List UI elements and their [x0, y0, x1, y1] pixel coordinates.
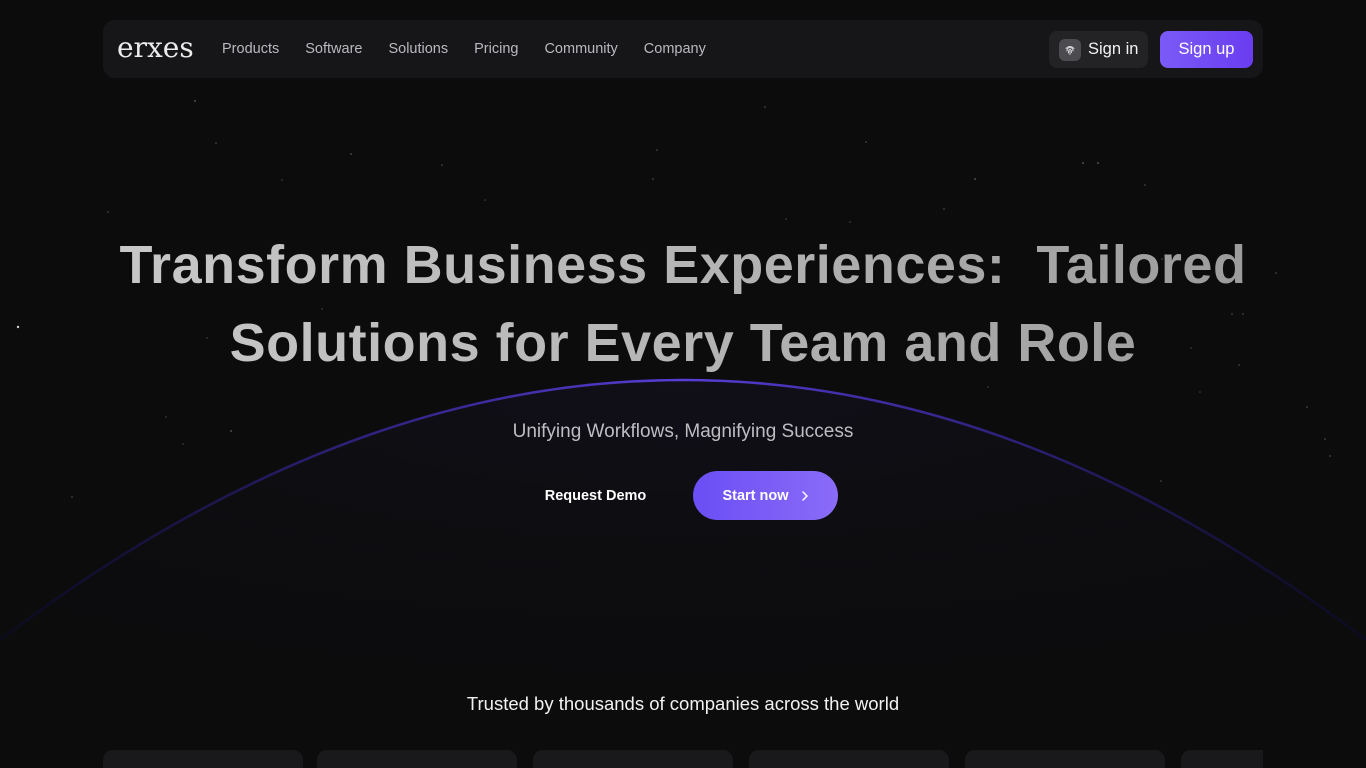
- fingerprint-icon: [1059, 38, 1081, 61]
- erxes-logo[interactable]: erxes: [117, 30, 194, 66]
- nav-item-pricing[interactable]: Pricing: [474, 41, 518, 57]
- hero-subtitle: Unifying Workflows, Magnifying Success: [512, 421, 854, 442]
- chevron-right-icon: [801, 490, 809, 502]
- logo-text: erxes: [117, 31, 194, 64]
- hero-title: Transform Business Experiences: Tailored…: [83, 226, 1283, 382]
- nav-item-solutions[interactable]: Solutions: [388, 41, 448, 57]
- nav-item-community[interactable]: Community: [544, 41, 617, 57]
- sign-up-label: Sign up: [1178, 40, 1235, 58]
- customer-logo-card: [103, 750, 303, 768]
- customer-logo-card: [1181, 750, 1263, 768]
- customer-logo-card: [317, 750, 517, 768]
- sign-up-button[interactable]: Sign up: [1160, 31, 1253, 68]
- request-demo-button[interactable]: Request Demo: [530, 477, 661, 515]
- start-now-label: Start now: [722, 487, 789, 504]
- nav-item-company[interactable]: Company: [644, 41, 706, 57]
- hero-title-line-1: Transform Business Experiences: Tailored: [119, 235, 1247, 295]
- nav-links: Products Software Solutions Pricing Comm…: [222, 20, 706, 78]
- landing-page: erxes Products Software Solutions Pricin…: [0, 0, 1366, 768]
- hero-title-line-2: Solutions for Every Team and Role: [229, 313, 1137, 373]
- nav-item-products[interactable]: Products: [222, 41, 279, 57]
- starfield-background: [16, 100, 1331, 498]
- sign-in-label: Sign in: [1088, 40, 1139, 58]
- customer-logo-card: [533, 750, 733, 768]
- request-demo-label: Request Demo: [544, 488, 647, 504]
- sign-in-button[interactable]: Sign in: [1049, 31, 1148, 68]
- top-navbar: erxes Products Software Solutions Pricin…: [103, 20, 1263, 78]
- nav-item-software[interactable]: Software: [305, 41, 362, 57]
- customer-logo-strip: [103, 750, 1263, 768]
- customer-logo-card: [965, 750, 1165, 768]
- glow-arc-decoration: [0, 378, 1366, 768]
- start-now-button[interactable]: Start now: [693, 471, 838, 520]
- trusted-heading: Trusted by thousands of companies across…: [466, 693, 900, 714]
- customer-logo-card: [749, 750, 949, 768]
